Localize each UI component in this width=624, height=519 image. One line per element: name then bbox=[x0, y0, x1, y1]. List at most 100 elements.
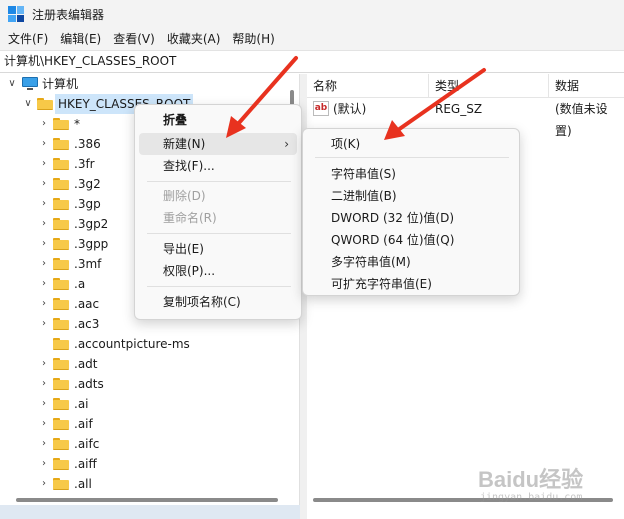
list-item[interactable]: ab (默认) REG_SZ (数值未设置) bbox=[307, 98, 624, 138]
chevron-right-icon[interactable]: › bbox=[38, 294, 50, 314]
tree-item[interactable]: › .aiff bbox=[0, 454, 280, 474]
menu-edit[interactable]: 编辑(E) bbox=[54, 28, 107, 50]
window-title: 注册表编辑器 bbox=[32, 7, 105, 22]
menu-item-delete: 删除(D) bbox=[163, 189, 206, 203]
taskbar-strip bbox=[0, 505, 307, 519]
column-header-type[interactable]: 类型 bbox=[429, 74, 549, 98]
menu-view[interactable]: 查看(V) bbox=[107, 28, 161, 50]
tree-item-label: .3gp bbox=[74, 197, 101, 211]
menu-item-collapse[interactable]: 折叠 bbox=[139, 109, 297, 131]
tree-item[interactable]: › .all bbox=[0, 474, 280, 494]
tree-item-label: .adts bbox=[74, 377, 104, 391]
chevron-right-icon[interactable]: › bbox=[38, 374, 50, 394]
folder-open-icon bbox=[37, 98, 53, 110]
menu-item-find[interactable]: 查找(F)... bbox=[139, 155, 297, 177]
tree-item[interactable]: .accountpicture-ms bbox=[0, 334, 280, 354]
chevron-down-icon[interactable]: ∨ bbox=[22, 94, 34, 114]
baidu-watermark: Baidu经验 jingyan.baidu.com bbox=[478, 462, 618, 510]
folder-icon bbox=[53, 458, 69, 470]
chevron-right-icon[interactable]: › bbox=[38, 214, 50, 234]
menu-help[interactable]: 帮助(H) bbox=[226, 28, 280, 50]
chevron-right-icon[interactable]: › bbox=[38, 174, 50, 194]
submenu-item-dword-value[interactable]: DWORD (32 位)值(D) bbox=[307, 207, 515, 229]
watermark-url: jingyan.baidu.com bbox=[480, 492, 583, 503]
tree-item-label: .aifc bbox=[74, 437, 100, 451]
folder-icon bbox=[53, 478, 69, 490]
folder-icon bbox=[53, 298, 69, 310]
tree-item-label: .386 bbox=[74, 137, 101, 151]
menu-item-copy-key-name[interactable]: 复制项名称(C) bbox=[139, 291, 297, 313]
folder-icon bbox=[53, 418, 69, 430]
tree-horizontal-scrollbar[interactable] bbox=[16, 498, 278, 502]
chevron-right-icon[interactable]: › bbox=[38, 474, 50, 494]
new-submenu: 项(K) 字符串值(S) 二进制值(B) DWORD (32 位)值(D) QW… bbox=[302, 128, 520, 296]
folder-icon bbox=[53, 238, 69, 250]
tree-item-label: .a bbox=[74, 277, 86, 291]
menu-separator bbox=[315, 157, 509, 158]
chevron-right-icon[interactable]: › bbox=[38, 314, 50, 334]
value-name: (默认) bbox=[333, 102, 367, 116]
menu-separator bbox=[147, 181, 291, 182]
chevron-down-icon[interactable]: ∨ bbox=[6, 74, 18, 94]
column-header-data[interactable]: 数据 bbox=[549, 74, 624, 98]
tree-item[interactable]: › .adts bbox=[0, 374, 280, 394]
tree-item-label: .aiff bbox=[74, 457, 97, 471]
menu-item-permissions[interactable]: 权限(P)... bbox=[139, 260, 297, 282]
tree-item-label: .accountpicture-ms bbox=[74, 337, 190, 351]
folder-icon bbox=[53, 118, 69, 130]
value-type: REG_SZ bbox=[435, 102, 483, 116]
menu-separator bbox=[147, 233, 291, 234]
column-header-name[interactable]: 名称 bbox=[307, 74, 429, 98]
chevron-right-icon[interactable]: › bbox=[38, 194, 50, 214]
menu-item-export[interactable]: 导出(E) bbox=[139, 238, 297, 260]
tree-item-label: .ac3 bbox=[74, 317, 100, 331]
submenu-item-key[interactable]: 项(K) bbox=[307, 133, 515, 155]
chevron-right-icon[interactable]: › bbox=[38, 154, 50, 174]
chevron-right-icon[interactable]: › bbox=[38, 274, 50, 294]
tree-item[interactable]: › .aif bbox=[0, 414, 280, 434]
chevron-right-icon[interactable]: › bbox=[38, 234, 50, 254]
submenu-item-string-value[interactable]: 字符串值(S) bbox=[307, 163, 515, 185]
tree-item-label: .all bbox=[74, 477, 92, 491]
folder-icon bbox=[53, 378, 69, 390]
folder-icon bbox=[53, 438, 69, 450]
value-data: (数值未设置) bbox=[555, 102, 608, 138]
menu-separator bbox=[147, 286, 291, 287]
tree-item[interactable]: › .aifc bbox=[0, 434, 280, 454]
regedit-icon bbox=[8, 6, 24, 22]
folder-icon bbox=[53, 358, 69, 370]
folder-icon bbox=[53, 138, 69, 150]
tree-item-label: .3mf bbox=[74, 257, 102, 271]
tree-item-computer[interactable]: ∨ 计算机 bbox=[0, 74, 280, 94]
address-bar[interactable]: 计算机\HKEY_CLASSES_ROOT bbox=[0, 50, 624, 73]
menu-bar: 文件(F) 编辑(E) 查看(V) 收藏夹(A) 帮助(H) bbox=[0, 28, 624, 50]
menu-file[interactable]: 文件(F) bbox=[2, 28, 54, 50]
tree-item[interactable]: › .ai bbox=[0, 394, 280, 414]
tree-item-label: .aac bbox=[74, 297, 100, 311]
folder-icon bbox=[53, 258, 69, 270]
tree-item-label: .ai bbox=[74, 397, 89, 411]
chevron-right-icon[interactable]: › bbox=[38, 394, 50, 414]
title-bar: 注册表编辑器 bbox=[0, 0, 624, 28]
menu-favorites[interactable]: 收藏夹(A) bbox=[161, 28, 227, 50]
chevron-right-icon: › bbox=[284, 137, 289, 151]
chevron-right-icon[interactable]: › bbox=[38, 114, 50, 134]
menu-item-new[interactable]: 新建(N) › bbox=[139, 133, 297, 155]
submenu-item-multi-string-value[interactable]: 多字符串值(M) bbox=[307, 251, 515, 273]
chevron-right-icon[interactable]: › bbox=[38, 414, 50, 434]
tree-item[interactable]: › .adt bbox=[0, 354, 280, 374]
folder-icon bbox=[53, 338, 69, 350]
submenu-item-expandable-string-value[interactable]: 可扩充字符串值(E) bbox=[307, 273, 515, 295]
tree-item-label: .adt bbox=[74, 357, 98, 371]
chevron-right-icon[interactable]: › bbox=[38, 354, 50, 374]
folder-icon bbox=[53, 158, 69, 170]
chevron-right-icon[interactable]: › bbox=[38, 254, 50, 274]
submenu-item-binary-value[interactable]: 二进制值(B) bbox=[307, 185, 515, 207]
chevron-right-icon[interactable]: › bbox=[38, 134, 50, 154]
chevron-right-icon[interactable]: › bbox=[38, 434, 50, 454]
menu-item-rename: 重命名(R) bbox=[163, 211, 217, 225]
chevron-right-icon[interactable]: › bbox=[38, 454, 50, 474]
tree-item-label: .3gpp bbox=[74, 237, 109, 251]
folder-icon bbox=[53, 178, 69, 190]
submenu-item-qword-value[interactable]: QWORD (64 位)值(Q) bbox=[307, 229, 515, 251]
